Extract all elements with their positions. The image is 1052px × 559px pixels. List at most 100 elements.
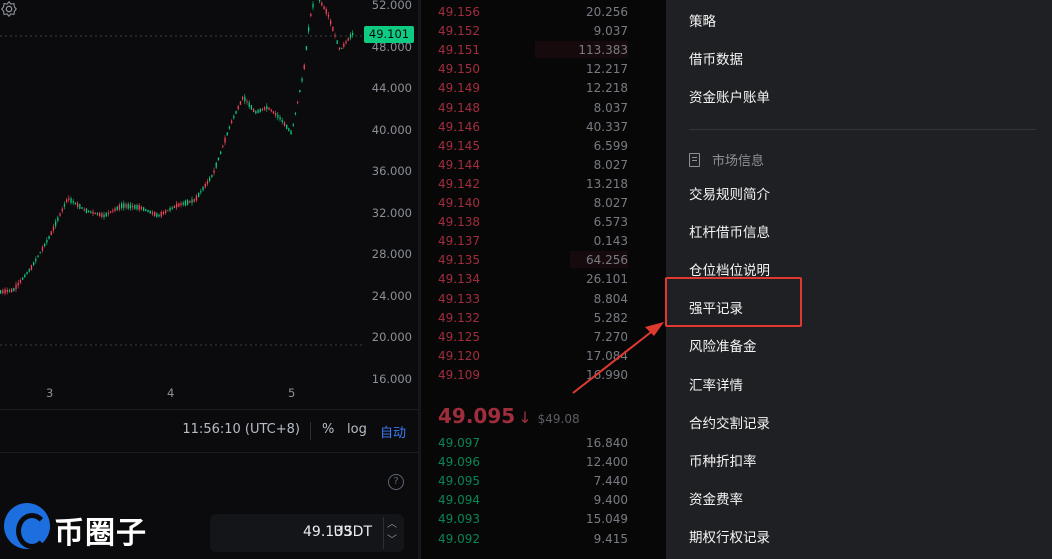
candle	[118, 204, 121, 210]
candle	[226, 132, 228, 136]
menu-item[interactable]: 汇率详情	[689, 374, 743, 394]
candle	[22, 277, 24, 280]
candle	[37, 255, 39, 258]
percent-scale-button[interactable]: %	[322, 422, 334, 437]
candle	[299, 90, 301, 93]
logo-icon	[4, 503, 50, 549]
chevron-up-icon[interactable]: ︿	[384, 517, 400, 533]
candle	[162, 212, 165, 214]
menu-overlay	[421, 0, 666, 559]
candle	[189, 200, 191, 203]
candle	[184, 200, 187, 206]
menu-item[interactable]: 期权行权记录	[689, 526, 770, 546]
candle	[330, 20, 332, 25]
candle	[239, 101, 242, 105]
auto-scale-button[interactable]: 自动	[380, 422, 406, 441]
candle	[151, 212, 154, 214]
candle	[325, 8, 327, 14]
candle	[246, 101, 248, 103]
candle	[165, 210, 167, 214]
candle	[257, 109, 259, 114]
candle	[149, 210, 151, 214]
candle	[297, 101, 299, 103]
candle	[63, 204, 66, 207]
menu-item[interactable]: 资金账户账单	[689, 86, 770, 106]
menu-item[interactable]: 杠杆借币信息	[689, 221, 770, 241]
candle	[259, 108, 261, 113]
candle	[39, 251, 41, 254]
candle	[156, 213, 158, 217]
gear-icon[interactable]	[0, 0, 18, 18]
candle	[145, 209, 147, 211]
candle	[50, 231, 52, 236]
candle	[17, 282, 19, 286]
price-stepper[interactable]: ︿ ﹀	[383, 517, 400, 549]
candle	[121, 203, 123, 209]
last-price-tag: 49.101	[364, 26, 414, 43]
candle	[114, 208, 116, 211]
candle	[343, 43, 345, 47]
candle	[272, 111, 275, 114]
candle	[103, 214, 105, 217]
candle	[305, 46, 308, 51]
candle	[169, 207, 171, 211]
log-scale-button[interactable]: log	[347, 422, 367, 437]
candle	[248, 102, 250, 107]
annotation-highlight-box	[665, 277, 802, 327]
candle	[334, 35, 336, 37]
candle	[286, 124, 288, 129]
candlestick-chart[interactable]	[0, 0, 418, 409]
candle	[79, 204, 81, 209]
candle	[209, 177, 211, 181]
candle	[303, 64, 305, 69]
help-icon[interactable]: ?	[388, 474, 404, 490]
candle	[191, 199, 193, 203]
candle	[24, 274, 26, 278]
section-header-market-info: 市场信息	[689, 150, 764, 169]
candle	[158, 214, 160, 217]
y-axis-label: 36.000	[371, 164, 412, 178]
y-axis-label: 32.000	[371, 205, 412, 220]
price-input[interactable]: 49.133 USDT ︿ ﹀	[210, 514, 404, 552]
menu-item[interactable]: 币种折扣率	[689, 450, 757, 470]
candle	[213, 170, 215, 173]
candle	[211, 174, 213, 178]
menu-item[interactable]: 风险准备金	[689, 335, 757, 355]
candle	[125, 204, 127, 208]
candle	[220, 151, 222, 154]
candle	[215, 162, 217, 168]
menu-item[interactable]: 合约交割记录	[689, 412, 770, 432]
menu-item[interactable]: 借币数据	[689, 48, 743, 68]
candle	[96, 213, 99, 215]
candle	[66, 199, 68, 202]
candle	[83, 208, 85, 211]
chevron-down-icon[interactable]: ﹀	[384, 533, 400, 549]
candle	[41, 246, 44, 251]
menu-item[interactable]: 交易规则简介	[689, 183, 770, 203]
candle	[288, 128, 290, 131]
candle	[90, 211, 92, 213]
candle	[70, 198, 72, 203]
candle	[105, 212, 107, 217]
candle	[341, 47, 343, 49]
candle	[266, 106, 268, 110]
menu-item[interactable]: 策略	[689, 10, 716, 30]
candle	[217, 157, 220, 161]
watermark-text: 币圈子	[54, 516, 147, 551]
candle	[279, 117, 281, 120]
price-chart[interactable]: 52.000 48.000 44.000 40.000 36.000 32.000 28.0…	[0, 0, 418, 409]
candle	[178, 203, 180, 207]
candle	[101, 213, 103, 218]
candle	[116, 206, 118, 210]
y-axis-label: 16.000	[371, 371, 412, 386]
candle	[123, 203, 125, 209]
candle	[224, 137, 226, 143]
y-axis-label: 20.000	[371, 330, 412, 344]
candle	[28, 269, 30, 272]
candle	[81, 207, 83, 209]
candle	[206, 181, 209, 184]
candle	[107, 212, 110, 215]
candle	[308, 27, 310, 32]
candle	[2, 290, 4, 293]
menu-item[interactable]: 资金费率	[689, 488, 743, 508]
